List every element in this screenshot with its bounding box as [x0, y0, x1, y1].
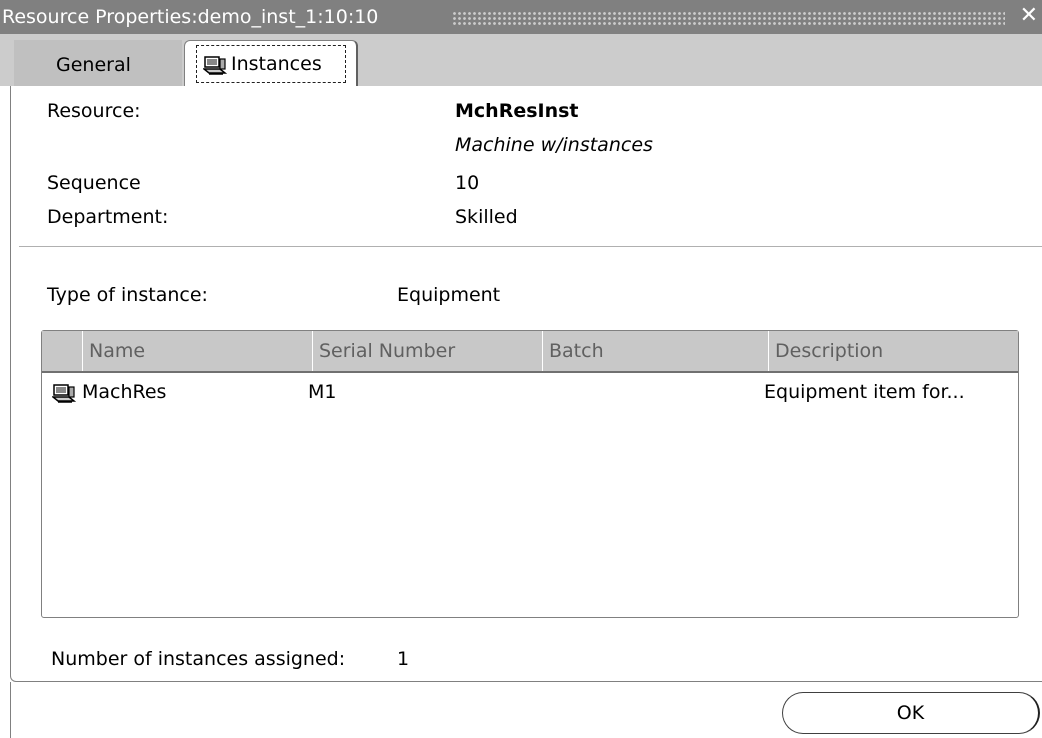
instances-count-value: 1 — [397, 648, 410, 670]
window-title: Resource Properties:demo_inst_1:10:10 — [2, 6, 379, 28]
instances-count-label: Number of instances assigned: — [51, 648, 346, 670]
tab-general[interactable]: General — [14, 40, 182, 86]
tab-general-label: General — [56, 54, 131, 76]
column-header-batch[interactable]: Batch — [542, 331, 768, 371]
sequence-label: Sequence — [47, 172, 141, 194]
tab-instances-label: Instances — [231, 53, 322, 75]
dialog-footer: OK — [0, 682, 1042, 738]
column-header-serial-number[interactable]: Serial Number — [312, 331, 542, 371]
cell-description: Equipment item for... — [764, 381, 965, 403]
close-icon[interactable]: ✕ — [1020, 4, 1038, 28]
cell-name: MachRes — [82, 381, 167, 403]
machine-icon — [203, 56, 227, 75]
resource-value: MchResInst — [455, 100, 579, 122]
tab-instances[interactable]: Instances — [184, 40, 358, 88]
cell-serial-number: M1 — [308, 381, 337, 403]
department-value: Skilled — [455, 206, 518, 228]
sequence-value: 10 — [455, 172, 480, 194]
department-label: Department: — [47, 206, 169, 228]
ok-button[interactable]: OK — [782, 692, 1040, 734]
title-bar: Resource Properties:demo_inst_1:10:10 ✕ — [0, 0, 1042, 34]
instances-table: Name Serial Number Batch Description Mac… — [41, 330, 1019, 618]
column-header-description[interactable]: Description — [768, 331, 1018, 371]
instance-type-value: Equipment — [397, 284, 501, 306]
window-left-edge — [10, 682, 11, 738]
resource-label: Resource: — [47, 100, 141, 122]
resource-description: Machine w/instances — [455, 134, 653, 156]
column-header-name[interactable]: Name — [82, 331, 312, 371]
table-row[interactable]: MachRes M1 Equipment item for... — [42, 373, 1018, 415]
instance-type-label: Type of instance: — [47, 284, 208, 306]
machine-icon — [52, 384, 76, 403]
tab-strip: General Instances — [0, 34, 1042, 88]
title-drag-area[interactable] — [452, 11, 1005, 25]
section-divider — [19, 246, 1042, 247]
instances-panel: Resource: MchResInst Machine w/instances… — [10, 86, 1042, 682]
table-header: Name Serial Number Batch Description — [42, 331, 1018, 373]
